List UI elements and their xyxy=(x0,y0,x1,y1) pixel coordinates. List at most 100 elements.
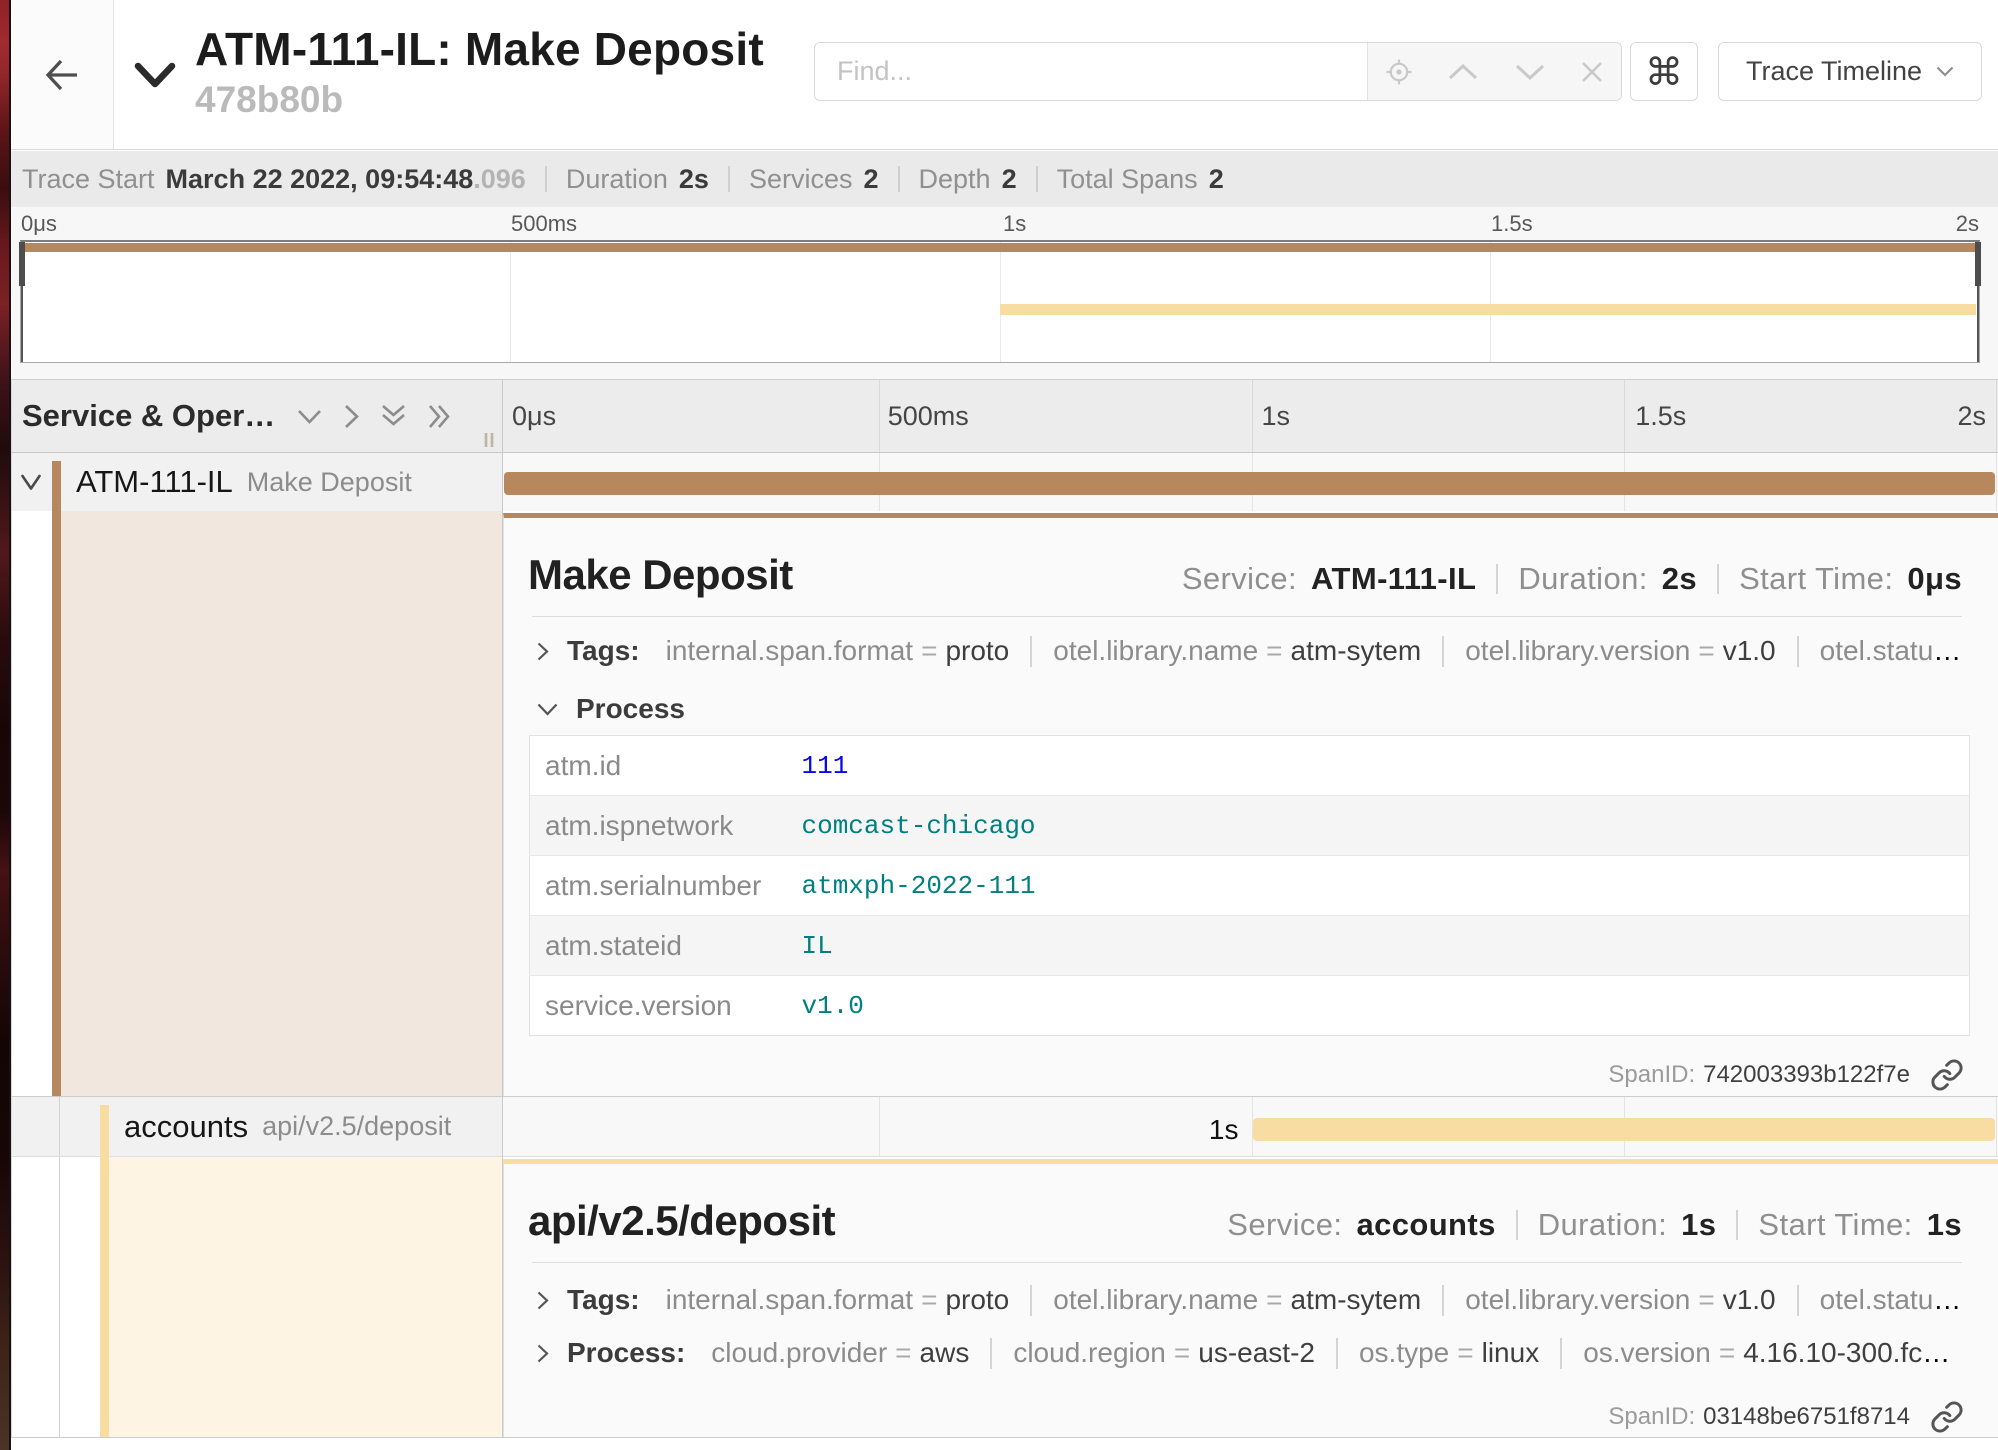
start-time-label: Start Time: xyxy=(1758,1207,1912,1243)
span-color-strip xyxy=(52,511,61,1096)
divider xyxy=(1030,1285,1032,1316)
next-match-icon[interactable] xyxy=(1513,62,1547,82)
deep-link-icon[interactable] xyxy=(1930,1058,1964,1092)
span-row-accounts[interactable]: accounts api/v2.5/deposit 1s xyxy=(11,1097,1998,1157)
expand-one-control[interactable] xyxy=(428,404,452,429)
kv-value: comcast-chicago xyxy=(802,796,1970,856)
divider xyxy=(1030,636,1032,667)
locate-match-icon[interactable] xyxy=(1384,57,1414,87)
tag: otel.library.name=atm-sytem xyxy=(1053,635,1421,667)
divider xyxy=(1560,1338,1562,1369)
collapse-trace-toggle[interactable] xyxy=(134,61,176,88)
kv-row: atm.serialnumber atmxph-2022-111 xyxy=(530,856,1970,916)
span-detail-title: Make Deposit xyxy=(528,551,793,599)
divider xyxy=(545,166,547,192)
tags-accordian[interactable]: Tags: internal.span.format=proto otel.li… xyxy=(504,635,1998,667)
kv-value: 111 xyxy=(802,736,1970,796)
tag: otel.status_code xyxy=(1820,1284,1962,1316)
span-id-label: SpanID: xyxy=(1608,1403,1695,1431)
span-duration-bar[interactable] xyxy=(1253,1118,1996,1141)
span-detail-panel-wrap: Make Deposit Service: ATM-111-IL Duratio… xyxy=(503,511,1998,1096)
double-chevron-down-icon xyxy=(381,404,406,428)
span-operation-name: api/v2.5/deposit xyxy=(262,1111,451,1142)
table-left-border xyxy=(11,379,12,1438)
span-detail-row-accounts: api/v2.5/deposit Service: accounts Durat… xyxy=(11,1157,1998,1438)
double-chevron-right-icon xyxy=(428,404,452,429)
tag: otel.library.name=atm-sytem xyxy=(1053,1284,1421,1316)
divider xyxy=(1797,1285,1799,1316)
span-name-cell[interactable]: accounts api/v2.5/deposit xyxy=(11,1097,502,1156)
depth-value: 2 xyxy=(1002,164,1017,195)
divider xyxy=(1496,564,1498,594)
axis-tick-label: 2s xyxy=(1957,380,1986,452)
collapse-children-toggle[interactable] xyxy=(21,474,41,491)
keyboard-shortcuts-button[interactable]: ⌘ xyxy=(1630,42,1698,101)
deep-link-icon[interactable] xyxy=(1930,1400,1964,1434)
find-bar xyxy=(814,42,1622,101)
gridline xyxy=(1996,380,1997,452)
kv-row: atm.id 111 xyxy=(530,736,1970,796)
span-id-label: SpanID: xyxy=(1608,1061,1695,1089)
clear-find-icon[interactable] xyxy=(1579,59,1605,85)
divider xyxy=(728,166,730,192)
kv-key: atm.serialnumber xyxy=(530,856,802,916)
process-accordian[interactable]: Process xyxy=(504,693,1998,725)
column-resize-handle[interactable] xyxy=(482,432,496,448)
chevron-down-icon xyxy=(1936,66,1954,77)
span-color-strip xyxy=(100,1105,109,1157)
minimap-right-scrubber[interactable] xyxy=(1977,242,1979,362)
process-accordian[interactable]: Process: cloud.provider=aws cloud.region… xyxy=(504,1337,1998,1369)
span-row-atm[interactable]: ATM-111-IL Make Deposit xyxy=(11,453,1998,511)
divider xyxy=(532,616,1962,617)
process-kv-table: atm.id 111 atm.ispnetwork comcast-chicag… xyxy=(529,735,1970,1036)
find-result-controls xyxy=(1367,43,1621,100)
minimap-left-scrubber[interactable] xyxy=(21,242,23,362)
collapse-all-control[interactable] xyxy=(297,409,322,424)
grip-lines-icon xyxy=(482,432,496,448)
span-tint xyxy=(109,1157,502,1437)
divider xyxy=(1797,636,1799,667)
kv-value: IL xyxy=(802,916,1970,976)
span-id-line: SpanID: 03148be6751f8714 xyxy=(1608,1400,1964,1434)
gridline xyxy=(1252,380,1253,452)
trace-title-block: ATM-111-IL: Make Deposit 478b80b xyxy=(195,22,764,121)
span-timeline-cell[interactable]: 1s xyxy=(503,1097,1998,1156)
minimap-gridline xyxy=(510,242,511,362)
start-time-label: Start Time: xyxy=(1739,561,1893,597)
axis-tick-label: 500ms xyxy=(888,380,969,452)
span-name-cell[interactable]: ATM-111-IL Make Deposit xyxy=(11,453,502,511)
chevron-right-icon xyxy=(537,1344,549,1363)
divider xyxy=(1736,1210,1738,1240)
span-duration-bar[interactable] xyxy=(504,472,1995,495)
span-timeline-cell[interactable] xyxy=(503,453,1998,511)
chevron-down-icon xyxy=(297,409,322,424)
expand-all-control[interactable] xyxy=(344,404,359,429)
trace-view-selector[interactable]: Trace Timeline xyxy=(1718,42,1982,101)
span-detail-row-atm: Make Deposit Service: ATM-111-IL Duratio… xyxy=(11,511,1998,1097)
column-divider[interactable] xyxy=(502,379,503,1438)
minimap-tick-label: 1.5s xyxy=(1491,211,1533,237)
minimap-viewport[interactable] xyxy=(20,240,1980,363)
duration-label: Duration: xyxy=(1538,1207,1667,1243)
find-input[interactable] xyxy=(815,43,1367,100)
divider xyxy=(898,166,900,192)
total-spans-value: 2 xyxy=(1209,164,1224,195)
duration-label: Duration: xyxy=(1518,561,1647,597)
span-service-name: ATM-111-IL xyxy=(76,464,233,500)
minimap-tick-label: 500ms xyxy=(511,211,577,237)
back-button[interactable] xyxy=(11,0,114,149)
tags-accordian[interactable]: Tags: internal.span.format=proto otel.li… xyxy=(504,1284,1998,1316)
arrow-left-icon xyxy=(45,57,79,93)
span-detail-title: api/v2.5/deposit xyxy=(528,1197,835,1245)
process-tag: cloud.provider=aws xyxy=(711,1337,969,1369)
minimap-gridline xyxy=(1490,242,1491,362)
trace-view-label: Trace Timeline xyxy=(1746,56,1922,87)
minimap-span-bar-2 xyxy=(1000,304,1976,315)
trace-title: ATM-111-IL: Make Deposit xyxy=(195,22,764,76)
prev-match-icon[interactable] xyxy=(1446,62,1480,82)
axis-tick-label: 1s xyxy=(1262,380,1291,452)
span-start-label: 1s xyxy=(503,1118,1239,1141)
span-color-strip xyxy=(52,461,61,512)
collapse-one-control[interactable] xyxy=(381,404,406,428)
span-operation-name: Make Deposit xyxy=(247,467,412,498)
